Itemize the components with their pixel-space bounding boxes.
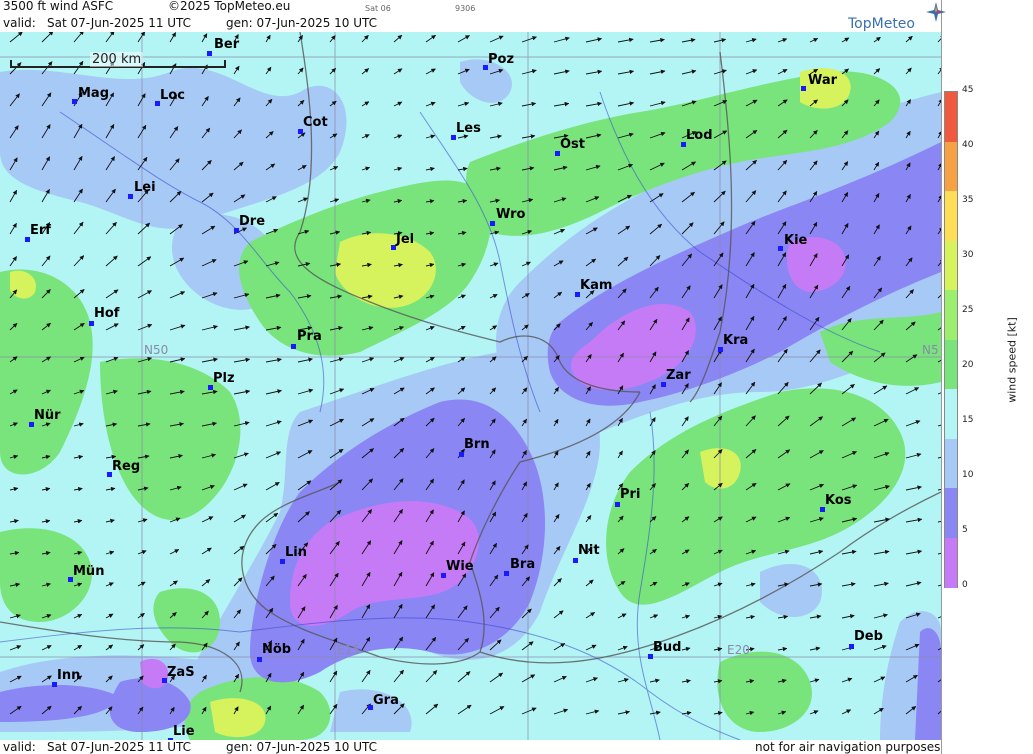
color-scale-segment <box>945 389 957 440</box>
valid-time: Sat 07-Jun-2025 11 UTC <box>47 16 192 30</box>
city-label[interactable]: Ost <box>560 137 585 152</box>
color-scale-segment <box>945 339 957 390</box>
grid-label-e20: E20 <box>727 643 750 657</box>
city-label[interactable]: Kam <box>580 278 612 293</box>
footer-valid-time: Sat 07-Jun-2025 11 UTC <box>47 740 192 754</box>
city-label[interactable]: Nür <box>34 408 61 423</box>
grid-label-n50: N50 <box>144 343 169 357</box>
color-legend: 45 40 35 30 25 20 15 10 5 0 <box>941 0 1033 754</box>
color-scale-segment <box>945 488 957 539</box>
topmeteo-logo: TopMeteo <box>848 2 946 32</box>
color-scale-tick: 30 <box>962 250 974 260</box>
city-label[interactable]: Poz <box>488 52 514 67</box>
color-scale-tick: 45 <box>962 85 974 95</box>
grid-label-n50-right: N5 <box>922 343 939 357</box>
color-scale-tick: 15 <box>962 415 974 425</box>
wind-map[interactable]: N50 N5 E15 E20 200 km Ber Poz War Mag Lo… <box>0 32 941 740</box>
city-dot <box>207 51 212 56</box>
city-dot <box>801 86 806 91</box>
map-title: 3500 ft wind ASFC <box>3 0 114 13</box>
city-label[interactable]: Kra <box>723 333 748 348</box>
color-scale-tick: 40 <box>962 140 974 150</box>
city-dot <box>504 571 509 576</box>
grid-label-e15: E15 <box>337 643 360 657</box>
city-dot <box>615 502 620 507</box>
disclaimer-text: not for air navigation purposes <box>755 740 941 754</box>
legend-unit-label: wind speed [kt] <box>1005 317 1019 403</box>
color-scale-tick: 20 <box>962 360 974 370</box>
city-label[interactable]: Brn <box>464 437 490 452</box>
city-label[interactable]: Bra <box>510 557 535 572</box>
logo-text: TopMeteo <box>848 16 915 32</box>
footer-valid-label: valid: <box>3 740 36 754</box>
footer-generated-time: gen: 07-Jun-2025 10 UTC <box>226 740 378 754</box>
color-scale-segment <box>945 191 957 242</box>
city-label[interactable]: Pra <box>297 329 322 344</box>
city-label[interactable]: Lod <box>686 128 713 143</box>
city-label[interactable]: Kie <box>784 233 807 248</box>
city-label[interactable]: Lin <box>285 545 307 560</box>
city-label[interactable]: Pri <box>620 487 640 502</box>
city-label[interactable]: Deb <box>854 629 883 644</box>
city-label[interactable]: Plz <box>213 371 235 386</box>
small-code: 9306 <box>455 4 476 13</box>
city-label[interactable]: Gra <box>373 693 399 708</box>
small-date: Sat 06 <box>365 4 391 13</box>
city-label[interactable]: Mag <box>78 86 109 101</box>
city-label[interactable]: ZaS <box>167 665 195 680</box>
scale-bar: 200 km <box>10 52 226 68</box>
city-dot <box>490 221 495 226</box>
city-label[interactable]: Bud <box>653 640 681 655</box>
valid-label: valid: <box>3 16 36 30</box>
copyright-text: ©2025 TopMeteo.eu <box>168 0 291 13</box>
city-dot <box>778 246 783 251</box>
map-footer: valid: Sat 07-Jun-2025 11 UTC gen: 07-Ju… <box>0 740 941 754</box>
color-scale-segment <box>945 537 957 588</box>
city-dot <box>291 344 296 349</box>
generated-time: gen: 07-Jun-2025 10 UTC <box>226 16 378 30</box>
city-dot <box>257 657 262 662</box>
city-label[interactable]: Mün <box>73 564 104 579</box>
city-dot <box>128 194 133 199</box>
city-label[interactable]: Zar <box>666 368 691 383</box>
color-scale-tick: 10 <box>962 470 974 480</box>
city-label[interactable]: Reg <box>112 459 140 474</box>
city-dot <box>72 99 77 104</box>
city-label[interactable]: Ber <box>214 37 239 52</box>
color-scale-segment <box>945 438 957 489</box>
city-label[interactable]: Lei <box>134 180 156 195</box>
scale-label: 200 km <box>90 52 144 67</box>
city-label[interactable]: Dre <box>239 214 265 229</box>
city-label[interactable]: Les <box>456 121 481 136</box>
city-label[interactable]: Wie <box>446 559 474 574</box>
city-label[interactable]: Erf <box>30 223 51 238</box>
logo-star-icon <box>926 2 946 22</box>
city-label[interactable]: Hof <box>94 306 119 321</box>
city-label[interactable]: War <box>808 73 837 88</box>
city-label[interactable]: Lie <box>173 724 195 739</box>
city-label[interactable]: Nöb <box>262 642 291 657</box>
city-label[interactable]: Wro <box>496 207 525 222</box>
color-scale-tick: 35 <box>962 195 974 205</box>
color-scale-segment <box>945 290 957 341</box>
color-scale-segment <box>945 92 957 143</box>
city-label[interactable]: Loc <box>160 88 185 103</box>
color-scale-tick: 25 <box>962 305 974 315</box>
color-scale-bar <box>944 91 958 588</box>
color-scale-tick: 0 <box>962 580 968 590</box>
city-dot <box>459 452 464 457</box>
map-header: 3500 ft wind ASFC ©2025 TopMeteo.eu Sat … <box>0 0 941 32</box>
city-label[interactable]: Jel <box>396 232 414 247</box>
color-scale-segment <box>945 240 957 291</box>
city-label[interactable]: Inn <box>57 668 80 683</box>
city-label[interactable]: Cot <box>303 115 328 130</box>
city-dot <box>89 321 94 326</box>
color-scale-tick: 5 <box>962 525 968 535</box>
city-label[interactable]: Kos <box>825 493 852 508</box>
city-dot <box>573 558 578 563</box>
wind-field-svg <box>0 32 941 740</box>
city-label[interactable]: Nit <box>578 543 600 558</box>
color-scale-segment <box>945 141 957 192</box>
city-dot <box>849 644 854 649</box>
